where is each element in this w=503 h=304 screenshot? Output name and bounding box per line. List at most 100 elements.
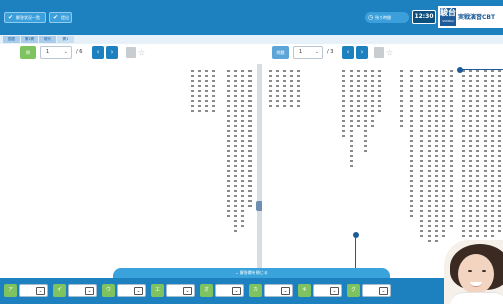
left-doc-toolbar: 問 1 ⌄ / 6 ‹ › ☆	[20, 46, 160, 60]
sundai-logo: 駿台 SUNDAI	[440, 8, 456, 26]
chevron-down-icon: ⌄	[232, 287, 241, 295]
text-line	[205, 70, 208, 114]
star-icon[interactable]: ☆	[138, 46, 145, 59]
question-label: イ	[53, 284, 66, 297]
chevron-down-icon: ⌄	[134, 287, 143, 295]
text-line	[191, 70, 194, 114]
answer-field: カ ⌄	[249, 284, 294, 297]
chevron-right-icon: ›	[110, 48, 114, 56]
brand-title: 実戦演習CBT	[458, 14, 496, 21]
text-line	[269, 70, 272, 110]
left-score-badge: 問	[20, 46, 36, 59]
answer-panel-toggle[interactable]: ⌄ 解答欄を閉じる	[113, 268, 390, 278]
chevron-left-icon: ‹	[96, 48, 100, 56]
text-line	[442, 70, 445, 238]
answer-field: イ ⌄	[53, 284, 98, 297]
answer-field: オ ⌄	[200, 284, 245, 297]
text-line	[241, 70, 244, 230]
text-line	[290, 70, 293, 110]
chevron-down-icon: ⌄	[235, 270, 239, 275]
right-page-select[interactable]: 1 ⌄	[293, 46, 323, 59]
answer-field: エ ⌄	[151, 284, 196, 297]
answer-select[interactable]: ⌄	[166, 284, 195, 297]
chevron-down-icon: ⌄	[330, 287, 339, 295]
text-line	[484, 70, 487, 242]
breadcrumb-item[interactable]: 国語	[3, 36, 20, 43]
left-page-select[interactable]: 1 ⌄	[40, 46, 72, 59]
callout-dot	[353, 232, 359, 238]
right-memo-button[interactable]	[374, 47, 384, 58]
check-icon: ✔	[53, 14, 59, 21]
answer-select[interactable]: ⌄	[68, 284, 97, 297]
chevron-down-icon: ⌄	[314, 49, 319, 55]
answer-select[interactable]: ⌄	[313, 284, 342, 297]
callout-dot	[457, 67, 463, 73]
text-line	[476, 70, 479, 238]
timer-value: 12:30	[412, 10, 436, 24]
answer-select[interactable]: ⌄	[264, 284, 293, 297]
text-line	[410, 70, 413, 220]
right-page-value: 1	[299, 49, 303, 55]
text-line	[400, 70, 403, 130]
left-document-pane[interactable]	[0, 64, 257, 300]
text-line	[498, 70, 501, 235]
text-line	[227, 70, 230, 220]
text-line	[357, 70, 360, 130]
answer-status-button[interactable]: ✔ 解答状況一覧	[4, 12, 46, 23]
submit-button[interactable]: ✔ 提出	[49, 12, 72, 23]
chevron-down-icon: ⌄	[36, 287, 45, 295]
avatar-face	[458, 254, 494, 294]
right-next-button[interactable]: ›	[356, 46, 368, 59]
breadcrumb-item[interactable]: 第1問	[21, 36, 38, 43]
answer-field: ア ⌄	[4, 284, 49, 297]
left-prev-button[interactable]: ‹	[92, 46, 104, 59]
text-line	[420, 70, 423, 240]
text-line	[276, 70, 279, 110]
question-label: カ	[249, 284, 262, 297]
answer-status-label: 解答状況一覧	[16, 15, 40, 20]
text-line	[234, 70, 237, 235]
text-line	[450, 70, 453, 230]
answer-select[interactable]: ⌄	[215, 284, 244, 297]
right-page-total: / 3	[327, 49, 334, 55]
breadcrumb-item[interactable]: 問1	[57, 36, 74, 43]
chevron-down-icon: ⌄	[281, 287, 290, 295]
text-line	[378, 70, 381, 112]
chevron-right-icon: ›	[360, 48, 364, 56]
top-bar: ✔ 解答状況一覧 ✔ 提出 ◷ 残り時間 12:30 駿台 SUNDAI 実戦演…	[0, 0, 503, 35]
left-memo-button[interactable]	[126, 47, 136, 58]
answer-select[interactable]: ⌄	[117, 284, 146, 297]
chevron-down-icon: ⌄	[183, 287, 192, 295]
answer-select[interactable]: ⌄	[19, 284, 48, 297]
submit-label: 提出	[61, 15, 69, 20]
chevron-down-icon: ⌄	[63, 49, 68, 55]
text-line	[297, 70, 300, 110]
clock-icon: ◷	[368, 14, 374, 21]
left-page-value: 1	[46, 49, 50, 55]
answer-field: ク ⌄	[347, 284, 392, 297]
avatar-shirt	[450, 292, 503, 304]
callout-line	[462, 69, 503, 70]
text-line	[462, 70, 465, 240]
logo-sub: SUNDAI	[442, 19, 454, 23]
timer-label-text: 残り時間	[375, 15, 391, 20]
text-line	[469, 70, 472, 245]
chevron-left-icon: ‹	[346, 48, 350, 56]
left-next-button[interactable]: ›	[106, 46, 118, 59]
question-label: ク	[347, 284, 360, 297]
chevron-down-icon: ⌄	[379, 287, 388, 295]
question-label: ウ	[102, 284, 115, 297]
answer-select[interactable]: ⌄	[362, 284, 391, 297]
avatar-eye	[482, 270, 486, 272]
presenter-avatar	[444, 240, 503, 304]
star-icon[interactable]: ☆	[386, 46, 393, 59]
breadcrumb-item[interactable]: 現代	[39, 36, 56, 43]
text-line	[283, 70, 286, 110]
question-label: ア	[4, 284, 17, 297]
text-line	[342, 70, 345, 138]
breadcrumb: 国語 第1問 現代 問1	[0, 35, 503, 44]
text-line	[491, 70, 494, 240]
question-label: オ	[200, 284, 213, 297]
right-prev-button[interactable]: ‹	[342, 46, 354, 59]
time-remaining-label: ◷ 残り時間	[365, 12, 409, 23]
